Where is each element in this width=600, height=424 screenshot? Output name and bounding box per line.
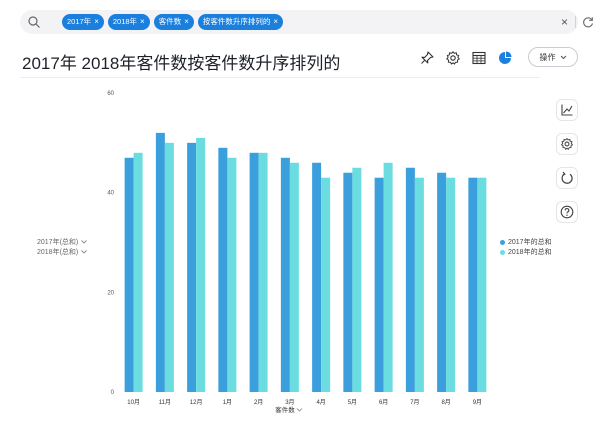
settings-button[interactable] — [556, 133, 578, 155]
divider — [575, 16, 576, 28]
x-tick-label: 12月 — [190, 399, 203, 406]
bar-2018 — [196, 137, 206, 392]
bar-2018 — [321, 177, 331, 392]
x-tick-label: 4月 — [316, 399, 325, 406]
chip-label: 2018年 — [112, 17, 138, 26]
chip-label: 2017年 — [67, 17, 92, 26]
chevron-down-icon — [81, 250, 88, 254]
chip-close-icon[interactable]: × — [94, 14, 99, 30]
help-button[interactable] — [556, 201, 578, 223]
bar-2017 — [124, 157, 134, 392]
bar-2018 — [258, 152, 268, 392]
y-tick-label: 20 — [107, 290, 114, 296]
legend-marker — [500, 239, 505, 245]
x-tick-label: 11月 — [159, 399, 171, 406]
filter-chip[interactable]: 客件数 × — [153, 14, 194, 30]
y-tick-label: 60 — [107, 91, 114, 97]
trend-chart-button[interactable] — [556, 99, 578, 121]
bar-2017 — [218, 147, 228, 392]
chip-label: 按客件数升序排列的 — [202, 17, 271, 26]
bar-2018 — [446, 177, 456, 392]
chevron-down-icon — [81, 240, 88, 244]
bar-2017 — [187, 142, 197, 392]
bar-2018 — [383, 162, 393, 392]
bar-2018 — [289, 162, 299, 392]
bar-2017 — [437, 172, 447, 392]
trend-chart-icon — [561, 104, 573, 116]
bar-2018 — [352, 167, 362, 392]
y-tick-label: 0 — [111, 390, 115, 396]
bar-2017 — [312, 162, 322, 392]
filter-chip[interactable]: 2017年 × — [62, 14, 104, 30]
bar-2018 — [164, 142, 174, 392]
chip-close-icon[interactable]: × — [184, 14, 189, 30]
y-axis-label-text: 2017年(总和) — [37, 239, 79, 246]
filter-chip[interactable]: 按客件数升序排列的 × — [197, 14, 284, 30]
chip-close-icon[interactable]: × — [273, 14, 278, 30]
legend-item[interactable]: 2017年的总和 — [500, 237, 552, 247]
action-label: 操作 — [539, 52, 556, 62]
legend-item[interactable]: 2018年的总和 — [500, 247, 552, 257]
x-tick-label: 1月 — [223, 399, 232, 406]
search-icon — [28, 16, 40, 28]
bar-2017 — [280, 157, 290, 392]
chevron-down-icon — [296, 408, 303, 412]
x-tick-label: 5月 — [348, 399, 357, 406]
header-divider — [20, 77, 540, 78]
filter-chip[interactable]: 2018年 × — [107, 14, 150, 30]
bar-2017 — [155, 132, 165, 392]
filter-chips: 2017年 × 2018年 × 客件数 × 按客件数升序排列的 × — [62, 14, 284, 30]
page-title: 2017年 2018年客件数按客件数升序排列的 — [22, 54, 341, 73]
x-tick-label: 7月 — [410, 399, 419, 406]
clear-search-button[interactable]: × — [561, 14, 568, 30]
bar-2017 — [468, 177, 478, 392]
x-tick-label: 3月 — [285, 399, 294, 406]
legend-label: 2017年的总和 — [508, 239, 552, 246]
bar-2018 — [414, 177, 424, 392]
x-axis-title: 客件数 — [275, 405, 295, 414]
refresh-icon[interactable] — [581, 15, 595, 29]
gear-icon[interactable] — [445, 50, 461, 66]
y-axis-label-text: 2018年(总和) — [37, 249, 79, 256]
bar-2017 — [405, 167, 415, 392]
bar-2018 — [477, 177, 487, 392]
chevron-down-icon — [560, 55, 566, 59]
x-tick-label: 9月 — [473, 399, 482, 406]
x-tick-label: 10月 — [127, 399, 140, 406]
help-icon — [560, 205, 574, 219]
action-menu-button[interactable]: 操作 — [528, 47, 578, 67]
table-icon[interactable] — [471, 50, 487, 66]
chip-close-icon[interactable]: × — [140, 14, 145, 30]
x-tick-label: 2月 — [254, 399, 263, 406]
y-tick-label: 40 — [107, 191, 114, 197]
pin-icon[interactable] — [419, 50, 435, 66]
x-tick-label: 8月 — [441, 399, 450, 406]
chip-label: 客件数 — [158, 17, 182, 26]
y-axis-label[interactable]: 2018年(总和) — [37, 247, 88, 257]
bar-2017 — [249, 152, 259, 392]
bar-2018 — [133, 152, 143, 392]
bar-2017 — [374, 177, 384, 392]
x-tick-label: 6月 — [379, 399, 388, 406]
y-axis-label[interactable]: 2017年(总和) — [37, 237, 88, 247]
legend-label: 2018年的总和 — [508, 249, 552, 256]
bar-2018 — [227, 157, 237, 392]
reload-icon — [561, 171, 573, 184]
pie-chart-icon[interactable] — [497, 50, 513, 66]
bar-2017 — [343, 172, 353, 392]
reload-button[interactable] — [556, 167, 578, 189]
settings-icon — [560, 137, 574, 150]
legend-marker — [500, 249, 505, 255]
search-bar[interactable]: 2017年 × 2018年 × 客件数 × 按客件数升序排列的 × × — [20, 10, 594, 34]
